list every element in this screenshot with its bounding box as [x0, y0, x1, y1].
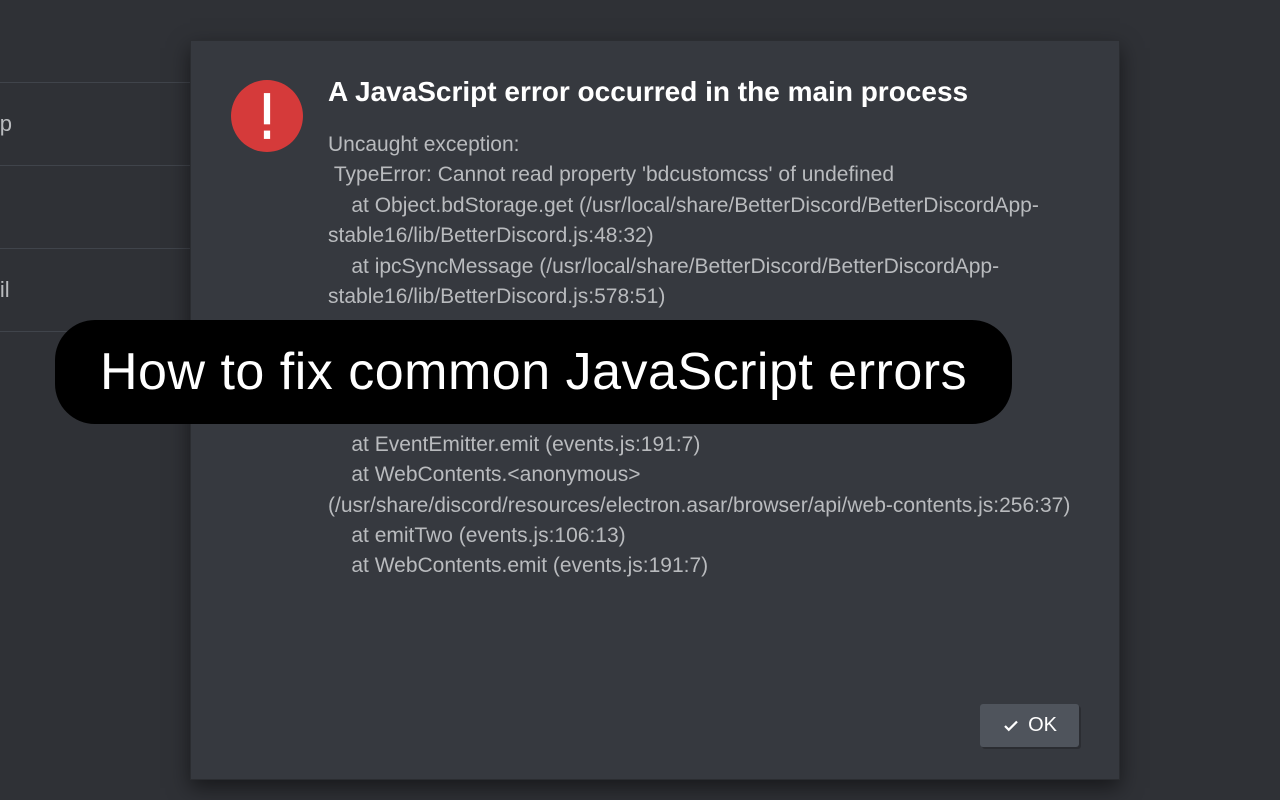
error-icon	[231, 80, 303, 152]
error-stack-bottom: at EventEmitter.emit (events.js:191:7) a…	[328, 418, 1079, 582]
sidebar-item[interactable]: g Hard Trap	[0, 0, 200, 82]
error-stack-top: Uncaught exception: TypeError: Cannot re…	[328, 130, 1079, 313]
tutorial-banner: How to fix common JavaScript errors	[55, 320, 1012, 424]
sidebar-item[interactable]: g Path of Exil	[0, 248, 200, 331]
check-icon	[1002, 717, 1020, 735]
ok-button[interactable]: OK	[980, 704, 1079, 747]
sidebar-item[interactable]: g PM me trap	[0, 82, 200, 165]
error-title: A JavaScript error occurred in the main …	[328, 76, 1079, 108]
sidebar-item[interactable]: g wit	[0, 165, 200, 248]
ok-label: OK	[1028, 714, 1057, 737]
dialog-footer: OK	[980, 704, 1079, 747]
